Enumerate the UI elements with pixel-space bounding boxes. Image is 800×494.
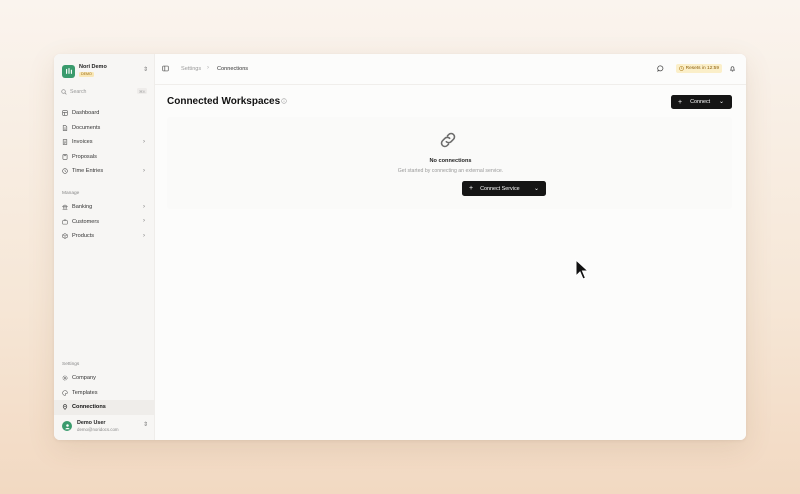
breadcrumb-settings[interactable]: Settings <box>181 66 201 72</box>
chevron-right-icon: › <box>143 232 145 239</box>
document-icon <box>62 125 68 131</box>
proposal-icon <box>62 154 68 160</box>
pin-icon <box>62 404 68 411</box>
chevron-down-icon: ⌄ <box>718 99 724 105</box>
reset-timer-badge: Resets in 12:59 <box>675 64 722 73</box>
sidebar-item-label: Customers <box>72 218 100 225</box>
link-icon <box>440 132 456 148</box>
bell-icon[interactable] <box>729 65 736 72</box>
sidebar-item-label: Company <box>72 375 96 382</box>
plus-icon: + <box>469 185 474 192</box>
main-nav: Dashboard Documents Invoices › Proposals… <box>54 106 154 179</box>
customers-icon <box>62 219 68 225</box>
sidebar-item-label: Products <box>72 233 95 240</box>
sidebar-item-label: Proposals <box>72 153 97 160</box>
user-icon <box>64 423 70 429</box>
clock-icon <box>678 66 684 71</box>
sidebar-item-label: Templates <box>72 389 98 396</box>
chevron-updown-icon[interactable]: ⇕ <box>143 66 148 73</box>
connect-button-label: Connect <box>690 99 711 105</box>
bank-icon <box>62 204 68 210</box>
reset-timer-text: Resets in 12:59 <box>685 66 719 71</box>
sidebar-item-company[interactable]: Company <box>54 371 154 386</box>
info-icon[interactable] <box>281 98 287 104</box>
sidebar-item-customers[interactable]: Customers › <box>54 215 154 230</box>
sidebar-item-label: Documents <box>72 124 101 131</box>
sidebar-item-connections[interactable]: Connections <box>54 400 154 415</box>
sidebar-item-proposals[interactable]: Proposals <box>54 150 154 165</box>
sidebar-item-time-entries[interactable]: Time Entries › <box>54 164 154 179</box>
org-logo <box>62 64 75 78</box>
chevron-right-icon: › <box>143 138 145 145</box>
dashboard-icon <box>62 110 68 116</box>
chevron-updown-icon[interactable]: ⇕ <box>143 421 148 428</box>
sidebar-item-dashboard[interactable]: Dashboard <box>54 106 154 121</box>
sidebar-item-banking[interactable]: Banking › <box>54 200 154 215</box>
gear-icon <box>62 375 68 381</box>
sidebar-item-label: Dashboard <box>72 110 100 117</box>
breadcrumb-separator: › <box>207 64 209 71</box>
logo-icon <box>65 68 72 74</box>
sidebar-item-documents[interactable]: Documents <box>54 121 154 136</box>
sidebar-item-label: Time Entries <box>72 168 104 175</box>
chevron-right-icon: › <box>143 218 145 224</box>
search-icon <box>61 89 67 95</box>
demo-badge: DEMO <box>79 71 94 77</box>
user-email: demo@noridocs.com <box>77 426 119 432</box>
sidebar-item-products[interactable]: Products › <box>54 229 154 244</box>
chat-icon[interactable] <box>657 65 664 72</box>
clock-icon <box>62 168 68 174</box>
chevron-down-icon: ⌄ <box>533 185 539 192</box>
sidebar-toggle-icon[interactable] <box>162 65 169 72</box>
org-switcher[interactable]: Nori Demo DEMO ⇕ <box>62 62 148 80</box>
mouse-cursor-icon <box>575 259 590 280</box>
breadcrumb-current: Connections <box>217 65 249 72</box>
avatar <box>62 421 72 431</box>
sidebar-item-label: Banking <box>72 204 93 211</box>
plus-icon: + <box>678 98 683 106</box>
palette-icon <box>62 390 68 396</box>
empty-state-subtitle: Get started by connecting an external se… <box>397 168 504 174</box>
box-icon <box>62 233 68 239</box>
app-window: Nori Demo DEMO ⇕ Search ⌘K Dashboard Doc… <box>54 54 746 440</box>
search-input[interactable]: Search ⌘K <box>61 87 147 97</box>
sidebar-item-templates[interactable]: Templates <box>54 386 154 401</box>
search-placeholder: Search <box>70 89 87 95</box>
empty-state-title: No connections <box>429 158 472 164</box>
manage-nav: Banking › Customers › Products › <box>54 200 154 244</box>
invoice-icon <box>62 139 68 145</box>
sidebar: Nori Demo DEMO ⇕ Search ⌘K Dashboard Doc… <box>54 54 155 440</box>
settings-nav: Company Templates Connections <box>54 371 154 415</box>
sidebar-item-label: Connections <box>72 404 106 411</box>
org-name: Nori Demo <box>79 64 107 71</box>
connect-service-label: Connect Service <box>480 185 520 192</box>
sidebar-item-label: Invoices <box>72 139 93 146</box>
connect-button[interactable]: + Connect ⌄ <box>671 95 732 109</box>
section-label-settings: Settings <box>62 362 80 367</box>
chevron-right-icon: › <box>143 167 145 174</box>
user-menu[interactable]: Demo User demo@noridocs.com ⇕ <box>62 418 148 434</box>
sidebar-item-invoices[interactable]: Invoices › <box>54 135 154 150</box>
section-label-manage: Manage <box>62 191 80 196</box>
chevron-right-icon: › <box>143 203 145 210</box>
topbar: Settings › Connections Resets in 12:59 <box>155 54 746 85</box>
search-shortcut: ⌘K <box>137 88 147 94</box>
main-content: Settings › Connections Resets in 12:59 C… <box>155 54 746 440</box>
page-title: Connected Workspaces <box>167 96 281 107</box>
connect-service-button[interactable]: + Connect Service ⌄ <box>462 181 546 196</box>
